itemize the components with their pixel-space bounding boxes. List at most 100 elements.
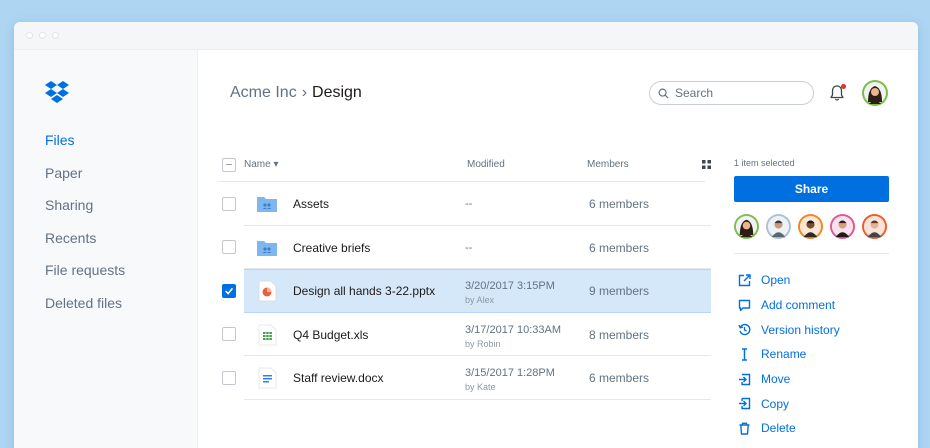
action-label: Open bbox=[761, 273, 791, 288]
window-titlebar bbox=[14, 22, 918, 50]
action-label: Copy bbox=[761, 396, 790, 411]
search-icon bbox=[658, 88, 669, 99]
app-window: Files Paper Sharing Recents File request… bbox=[14, 22, 918, 448]
row-checkbox[interactable] bbox=[222, 196, 236, 211]
action-rename[interactable]: Rename bbox=[738, 342, 840, 367]
modified-date-text: 3/17/2017 10:33AM bbox=[465, 323, 562, 336]
row-checkbox[interactable] bbox=[222, 327, 236, 342]
main-content: Acme Inc›Design Name ▾ Modified Members bbox=[198, 50, 918, 448]
breadcrumb: Acme Inc › Design bbox=[230, 84, 362, 102]
docx-icon bbox=[258, 367, 277, 389]
file-name[interactable]: Creative briefs bbox=[293, 241, 370, 255]
sidebar-nav: Files Paper Sharing Recents File request… bbox=[45, 132, 125, 327]
member-avatar[interactable] bbox=[798, 214, 823, 239]
modified-date: 3/20/2017 3:15PM by Alex bbox=[465, 279, 555, 307]
action-copy[interactable]: Copy bbox=[738, 391, 840, 416]
xls-icon bbox=[258, 324, 277, 345]
file-table: Name ▾ Modified Members Assets -- 6 memb… bbox=[218, 148, 711, 400]
trash-icon bbox=[739, 422, 750, 435]
file-name[interactable]: Design all hands 3-22.pptx bbox=[293, 284, 435, 298]
action-version-history[interactable]: Version history bbox=[738, 317, 840, 342]
sort-indicator-icon: ▾ bbox=[273, 159, 279, 170]
sidebar-item-paper[interactable]: Paper bbox=[45, 165, 125, 198]
members-count: 9 members bbox=[589, 284, 650, 298]
dropbox-logo-icon[interactable] bbox=[44, 80, 70, 106]
action-label: Move bbox=[761, 372, 791, 387]
text-cursor-icon bbox=[742, 348, 747, 361]
member-avatar[interactable] bbox=[830, 214, 855, 239]
column-name-label: Name bbox=[244, 159, 271, 170]
action-delete[interactable]: Delete bbox=[738, 416, 840, 441]
select-all-checkbox[interactable] bbox=[222, 157, 236, 172]
table-row[interactable]: Design all hands 3-22.pptx 3/20/2017 3:1… bbox=[218, 269, 711, 313]
file-name[interactable]: Staff review.docx bbox=[293, 371, 384, 385]
copy-icon bbox=[739, 398, 751, 410]
modified-date: -- bbox=[465, 198, 473, 210]
breadcrumb-separator: › bbox=[301, 84, 308, 101]
move-icon bbox=[739, 373, 751, 385]
pptx-icon bbox=[258, 280, 277, 302]
open-external-icon bbox=[738, 274, 751, 287]
sidebar-item-file-requests[interactable]: File requests bbox=[45, 262, 125, 295]
column-header-modified[interactable]: Modified bbox=[467, 159, 505, 170]
sidebar-item-files[interactable]: Files bbox=[45, 132, 125, 165]
member-avatar[interactable] bbox=[766, 214, 791, 239]
grid-view-icon[interactable] bbox=[702, 160, 711, 169]
table-header: Name ▾ Modified Members bbox=[218, 148, 711, 182]
action-add-comment[interactable]: Add comment bbox=[738, 293, 840, 318]
members-count: 6 members bbox=[589, 240, 650, 255]
action-label: Rename bbox=[761, 347, 807, 362]
member-avatar[interactable] bbox=[734, 214, 759, 239]
table-row[interactable]: Q4 Budget.xls 3/17/2017 10:33AM by Robin … bbox=[218, 313, 711, 356]
file-name[interactable]: Q4 Budget.xls bbox=[293, 328, 368, 342]
sidebar-item-sharing[interactable]: Sharing bbox=[45, 197, 125, 230]
breadcrumb-parent[interactable]: Acme Inc bbox=[230, 84, 297, 101]
notifications-button[interactable] bbox=[828, 83, 846, 103]
panel-divider bbox=[734, 253, 889, 254]
row-divider bbox=[244, 398, 711, 400]
comment-icon bbox=[738, 299, 751, 311]
action-label: Add comment bbox=[761, 298, 836, 313]
share-button[interactable]: Share bbox=[734, 176, 889, 202]
table-row[interactable]: Assets -- 6 members bbox=[218, 182, 711, 226]
modified-date-text: 3/20/2017 3:15PM bbox=[465, 280, 555, 292]
search-box[interactable] bbox=[649, 81, 814, 105]
action-move[interactable]: Move bbox=[738, 367, 840, 392]
notification-badge bbox=[841, 84, 846, 89]
window-control[interactable] bbox=[39, 32, 46, 39]
members-count: 8 members bbox=[589, 327, 650, 342]
shared-folder-icon bbox=[257, 240, 277, 256]
table-row[interactable]: Creative briefs -- 6 members bbox=[218, 226, 711, 269]
history-icon bbox=[738, 324, 751, 336]
search-input[interactable] bbox=[675, 86, 805, 100]
action-label: Delete bbox=[761, 421, 796, 436]
modified-by: by Alex bbox=[465, 295, 495, 305]
sidebar: Files Paper Sharing Recents File request… bbox=[14, 50, 198, 448]
column-header-members[interactable]: Members bbox=[587, 159, 629, 170]
selection-count: 1 item selected bbox=[734, 158, 795, 168]
action-open[interactable]: Open bbox=[738, 268, 840, 293]
row-checkbox[interactable] bbox=[222, 240, 236, 255]
file-name[interactable]: Assets bbox=[293, 197, 329, 211]
window-control[interactable] bbox=[26, 32, 33, 39]
row-checkbox[interactable] bbox=[222, 370, 236, 385]
shared-folder-icon bbox=[257, 197, 277, 212]
member-avatar[interactable] bbox=[862, 214, 887, 239]
user-avatar[interactable] bbox=[862, 80, 888, 106]
modified-date: -- bbox=[465, 241, 473, 254]
column-header-name[interactable]: Name ▾ bbox=[244, 159, 279, 170]
members-count: 6 members bbox=[589, 371, 650, 385]
modified-date-text: 3/15/2017 1:28PM bbox=[465, 367, 555, 379]
checkmark-icon bbox=[225, 287, 234, 295]
row-checkbox[interactable] bbox=[222, 283, 236, 298]
members-count: 6 members bbox=[589, 197, 650, 211]
action-label: Version history bbox=[761, 322, 840, 337]
sidebar-item-recents[interactable]: Recents bbox=[45, 230, 125, 263]
window-control[interactable] bbox=[52, 32, 59, 39]
table-row[interactable]: Staff review.docx 3/15/2017 1:28PM by Kat… bbox=[218, 356, 711, 400]
member-avatars bbox=[734, 214, 887, 239]
modified-date: 3/17/2017 10:33AM by Robin bbox=[465, 323, 561, 351]
sidebar-item-deleted-files[interactable]: Deleted files bbox=[45, 295, 125, 328]
breadcrumb-current: Design bbox=[312, 84, 362, 101]
modified-by: by Robin bbox=[465, 338, 501, 349]
